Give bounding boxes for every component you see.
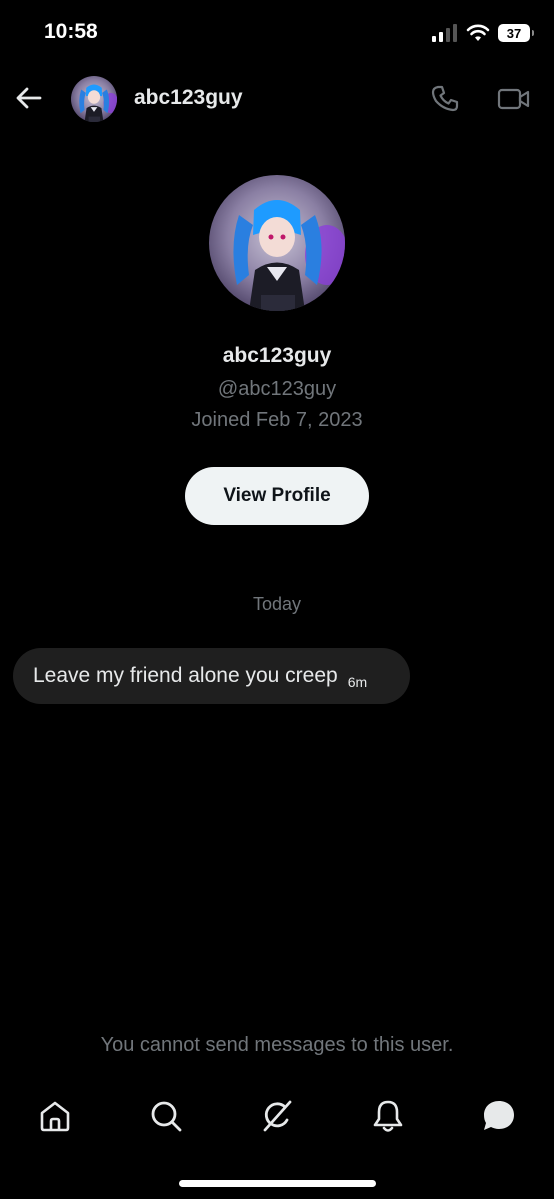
home-indicator xyxy=(179,1180,376,1187)
video-camera-icon xyxy=(497,88,530,110)
avatar-image xyxy=(71,76,117,122)
header-username[interactable]: abc123guy xyxy=(134,86,243,110)
message-timestamp: 6m xyxy=(347,674,368,690)
profile-display-name: abc123guy xyxy=(222,344,332,367)
message-text: Leave my friend alone you creep xyxy=(33,664,338,687)
nav-grok[interactable] xyxy=(259,1098,295,1134)
nav-messages[interactable] xyxy=(481,1098,517,1134)
signal-icon xyxy=(432,24,457,42)
nav-home[interactable] xyxy=(37,1098,73,1134)
phone-icon xyxy=(431,85,459,112)
message-bubble[interactable]: Leave my friend alone you creep 6m xyxy=(13,648,410,704)
wifi-icon xyxy=(466,24,490,41)
home-icon xyxy=(40,1101,70,1132)
status-icons: 37 xyxy=(432,24,534,42)
search-icon xyxy=(151,1101,182,1132)
nav-search[interactable] xyxy=(148,1098,184,1134)
date-separator: Today xyxy=(252,594,302,614)
back-button[interactable] xyxy=(14,84,44,112)
arrow-left-icon xyxy=(16,87,42,109)
avatar-image xyxy=(209,175,345,311)
call-button[interactable] xyxy=(430,84,460,114)
view-profile-button[interactable]: View Profile xyxy=(185,467,369,525)
profile-handle: @abc123guy xyxy=(217,378,337,400)
status-time: 10:58 xyxy=(44,20,98,43)
battery-indicator: 37 xyxy=(498,24,534,42)
nav-notifications[interactable] xyxy=(370,1098,406,1134)
grok-icon xyxy=(263,1100,292,1132)
profile-joined-date: Joined Feb 7, 2023 xyxy=(191,409,363,431)
profile-avatar[interactable] xyxy=(209,175,345,311)
blocked-notice: You cannot send messages to this user. xyxy=(100,1034,454,1056)
bell-icon xyxy=(373,1100,403,1132)
messages-icon xyxy=(484,1101,514,1130)
header-avatar[interactable] xyxy=(71,76,117,122)
video-call-button[interactable] xyxy=(497,84,531,114)
